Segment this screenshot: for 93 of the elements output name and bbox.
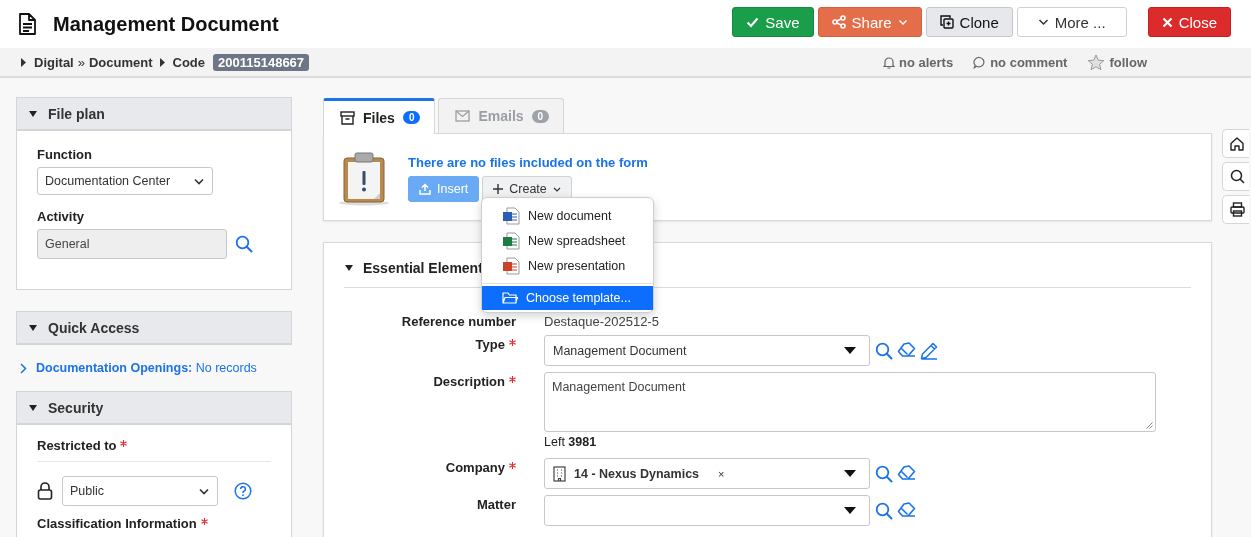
- close-button[interactable]: Close: [1147, 7, 1231, 37]
- resize-handle-icon[interactable]: [1146, 422, 1153, 429]
- document-file-icon: [502, 206, 520, 225]
- star-icon[interactable]: [1087, 53, 1106, 71]
- activity-field[interactable]: General: [37, 229, 227, 259]
- document-icon: [18, 13, 36, 35]
- caret-icon: [28, 108, 38, 119]
- alerts-link[interactable]: no alerts: [898, 54, 954, 70]
- search-icon[interactable]: [875, 341, 893, 360]
- presentation-file-icon: [502, 256, 520, 275]
- character-counter: Left 3981: [544, 435, 598, 449]
- field-label: Reference number: [400, 314, 516, 329]
- code-badge: 200115148667: [213, 53, 310, 71]
- panel-header[interactable]: Quick Access: [16, 311, 292, 345]
- caret-icon: [344, 263, 354, 273]
- chevron-right-icon: [20, 362, 27, 374]
- breadcrumb-link[interactable]: Document: [88, 54, 153, 70]
- field-label: Description: [344, 372, 516, 452]
- type-select[interactable]: Management Document: [544, 335, 870, 366]
- reference-value: Destaque-202512-5: [544, 314, 660, 329]
- field-label: Classification Information: [37, 516, 271, 531]
- comment-link[interactable]: no comment: [990, 54, 1068, 70]
- caret-icon: [21, 57, 27, 67]
- panel-header[interactable]: Security: [16, 391, 292, 425]
- lock-icon: [37, 482, 53, 500]
- caret-icon: [159, 57, 166, 67]
- speech-bubble-icon: [973, 55, 987, 69]
- copy-icon: [939, 15, 954, 29]
- description-field[interactable]: Management Document: [544, 372, 1156, 432]
- chevron-down-icon: [194, 177, 204, 185]
- tab[interactable]: Files 0: [323, 98, 436, 134]
- chevron-down-icon: [199, 487, 209, 495]
- dropdown-arrow-icon: [844, 347, 856, 354]
- upload-icon: [419, 183, 431, 195]
- chevron-down-icon: [1037, 18, 1049, 26]
- restriction-select[interactable]: Public: [62, 476, 218, 506]
- field-label: Company: [344, 458, 516, 489]
- spreadsheet-file-icon: [502, 231, 520, 250]
- caret-icon: [28, 322, 38, 333]
- search-icon[interactable]: [875, 464, 893, 483]
- printer-icon: [1230, 202, 1245, 217]
- code-label: Code: [172, 54, 206, 70]
- print-button[interactable]: [1222, 195, 1249, 224]
- panel-header[interactable]: File plan: [16, 97, 292, 131]
- share-icon: [831, 15, 846, 29]
- company-select[interactable]: 14 - Nexus Dynamics ×: [544, 458, 870, 489]
- home-button[interactable]: [1222, 129, 1249, 158]
- page-title: Management Document: [53, 12, 280, 36]
- eraser-icon[interactable]: [897, 502, 916, 519]
- menu-item[interactable]: New document: [482, 203, 653, 228]
- remove-tag-button[interactable]: ×: [718, 467, 725, 480]
- more-button[interactable]: More ...: [1016, 7, 1127, 37]
- help-icon[interactable]: [234, 482, 252, 500]
- plus-icon: [493, 184, 504, 194]
- field-label: Type: [344, 335, 516, 366]
- bell-icon: [882, 55, 895, 69]
- eraser-icon[interactable]: [897, 465, 916, 482]
- envelope-icon: [455, 110, 471, 122]
- section-header[interactable]: Essential Element: [344, 260, 483, 276]
- folder-icon: [502, 291, 518, 305]
- check-icon: [746, 16, 760, 28]
- menu-item[interactable]: Choose template...: [482, 286, 653, 310]
- search-icon[interactable]: [235, 235, 253, 253]
- menu-item[interactable]: New spreadsheet: [482, 228, 653, 253]
- home-icon: [1230, 136, 1244, 151]
- search-icon: [1230, 169, 1245, 184]
- archive-icon: [340, 110, 355, 125]
- empty-message: There are no files included on the form: [408, 155, 648, 170]
- clone-button[interactable]: Clone: [925, 7, 1013, 37]
- caret-icon: [28, 402, 38, 413]
- dropdown-arrow-icon: [844, 507, 856, 514]
- search-icon[interactable]: [875, 501, 893, 520]
- field-label: Activity: [37, 209, 85, 224]
- field-label: Matter: [476, 496, 516, 514]
- field-label: Restricted to: [37, 438, 271, 453]
- company-tag: 14 - Nexus Dynamics: [574, 466, 700, 481]
- function-select[interactable]: Documentation Center: [37, 167, 213, 195]
- chevron-down-icon: [897, 18, 908, 26]
- search-button[interactable]: [1222, 162, 1249, 191]
- documentation-openings-link[interactable]: Documentation Openings:: [36, 361, 193, 375]
- chevron-down-icon: [552, 186, 561, 192]
- pencil-icon[interactable]: [920, 341, 939, 360]
- eraser-icon[interactable]: [897, 342, 916, 359]
- breadcrumb-link[interactable]: Digital: [34, 54, 74, 70]
- menu-item[interactable]: New presentation: [482, 253, 653, 278]
- follow-link[interactable]: follow: [1109, 54, 1147, 70]
- breadcrumb-separator: »: [77, 54, 85, 70]
- status-text: No records: [195, 361, 257, 375]
- building-icon: [553, 465, 566, 482]
- field-label: Function: [37, 147, 93, 162]
- dropdown-arrow-icon: [844, 470, 856, 477]
- clipboard-icon: [338, 150, 390, 206]
- close-icon: [1161, 16, 1173, 28]
